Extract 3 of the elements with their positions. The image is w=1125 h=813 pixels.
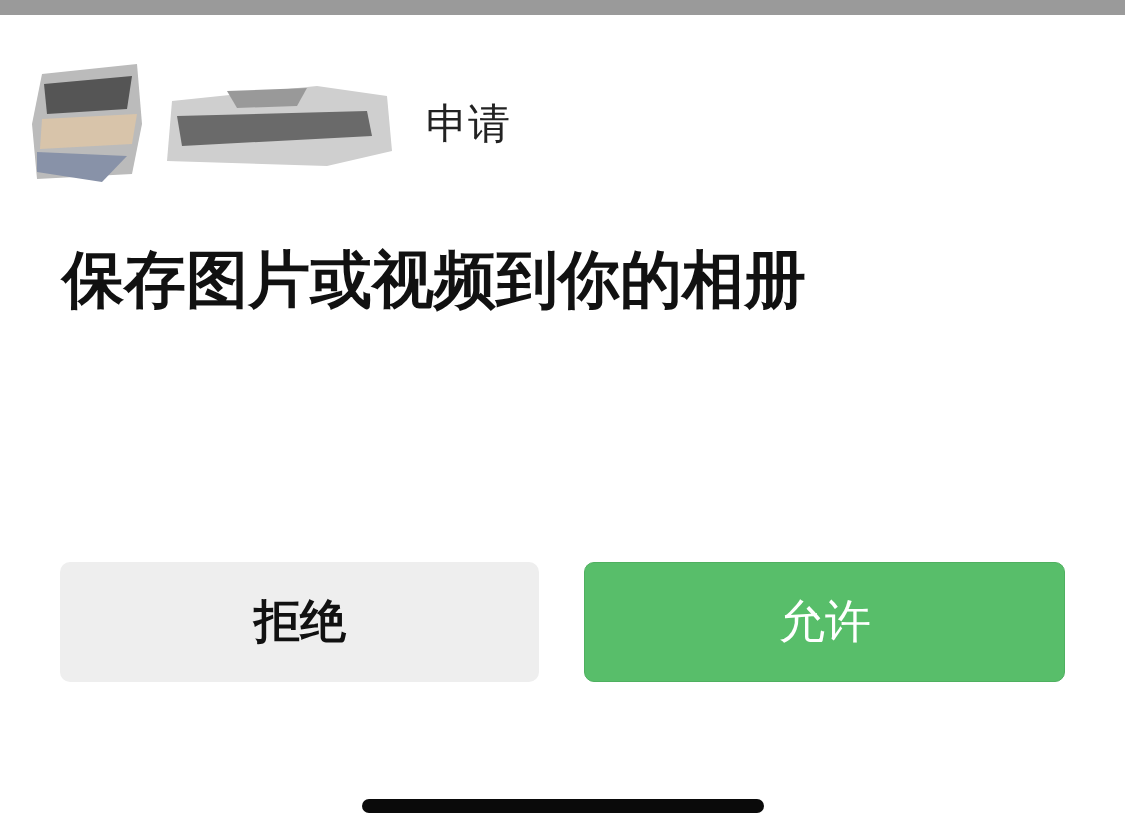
permission-title: 保存图片或视频到你的相册 [62,242,807,318]
request-label: 申请 [426,97,510,150]
deny-button[interactable]: 拒绝 [60,562,539,683]
